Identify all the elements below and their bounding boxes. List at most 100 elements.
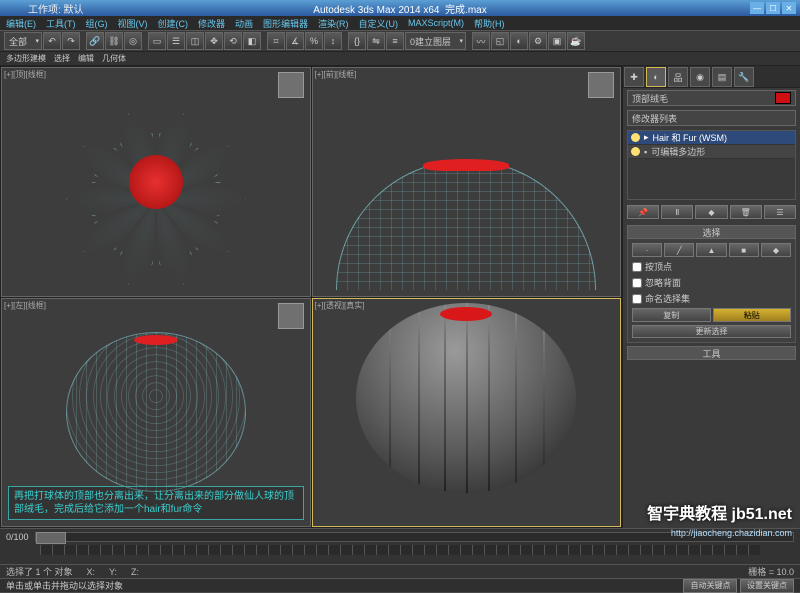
utilities-tab[interactable]: 🔧 bbox=[734, 67, 754, 87]
update-selection-button[interactable]: 更新选择 bbox=[632, 325, 791, 338]
menu-graph[interactable]: 图形编辑器 bbox=[263, 17, 308, 30]
object-name-field[interactable]: 顶部绒毛 bbox=[627, 90, 796, 106]
bind-button[interactable]: ◎ bbox=[124, 32, 142, 50]
ignore-backface-checkbox[interactable]: 忽略背面 bbox=[632, 276, 791, 289]
viewcube[interactable] bbox=[588, 72, 614, 98]
app-title: Autodesk 3ds Max 2014 x64 完成.max bbox=[313, 1, 486, 16]
bulb-icon[interactable] bbox=[631, 133, 640, 142]
modifier-stack[interactable]: ▸Hair 和 Fur (WSM) ▪可编辑多边形 bbox=[627, 130, 796, 200]
menu-view[interactable]: 视图(V) bbox=[118, 17, 148, 30]
select-button[interactable]: ▭ bbox=[148, 32, 166, 50]
stack-item-hairfur[interactable]: ▸Hair 和 Fur (WSM) bbox=[628, 131, 795, 145]
minimize-button[interactable]: — bbox=[750, 2, 764, 14]
scale-button[interactable]: ◧ bbox=[243, 32, 261, 50]
configure-button[interactable]: ☰ bbox=[764, 205, 796, 219]
viewport-label[interactable]: [+][顶][线框] bbox=[4, 69, 46, 80]
material-editor-button[interactable]: ◐ bbox=[510, 32, 528, 50]
select-name-button[interactable]: ☰ bbox=[167, 32, 185, 50]
hierarchy-tab[interactable]: 品 bbox=[668, 67, 688, 87]
menu-anim[interactable]: 动画 bbox=[235, 17, 253, 30]
subobj-poly-button[interactable]: ■ bbox=[729, 243, 759, 257]
time-ruler[interactable] bbox=[40, 545, 760, 555]
layer-dropdown[interactable]: 0建立图层 bbox=[405, 32, 466, 50]
coord-x[interactable]: X: bbox=[87, 567, 96, 577]
menu-maxscript[interactable]: MAXScript(M) bbox=[408, 18, 464, 28]
time-slider-thumb[interactable] bbox=[36, 532, 66, 544]
autokey-toggle[interactable]: 自动关键点 bbox=[683, 579, 737, 593]
align-button[interactable]: ≡ bbox=[386, 32, 404, 50]
ribbon-tab-select[interactable]: 选择 bbox=[54, 53, 70, 64]
object-color-swatch[interactable] bbox=[775, 92, 791, 104]
redo-button[interactable]: ↷ bbox=[62, 32, 80, 50]
snap-toggle[interactable]: ⌗ bbox=[267, 32, 285, 50]
menu-group[interactable]: 组(G) bbox=[86, 17, 108, 30]
render-setup-button[interactable]: ⚙ bbox=[529, 32, 547, 50]
rollout-selection-header[interactable]: 选择 bbox=[627, 225, 796, 239]
subobj-element-button[interactable]: ◆ bbox=[761, 243, 791, 257]
spinner-snap-toggle[interactable]: ↕ bbox=[324, 32, 342, 50]
subobj-vertex-button[interactable]: · bbox=[632, 243, 662, 257]
viewcube[interactable] bbox=[278, 72, 304, 98]
menu-help[interactable]: 帮助(H) bbox=[474, 17, 505, 30]
named-selset-button[interactable]: {} bbox=[348, 32, 366, 50]
setkey-button[interactable]: 设置关键点 bbox=[740, 579, 794, 593]
selected-polys bbox=[440, 307, 492, 321]
viewport-top[interactable]: [+][顶][线框] bbox=[1, 67, 311, 297]
menu-tools[interactable]: 工具(T) bbox=[46, 17, 76, 30]
render-button[interactable]: ☕ bbox=[567, 32, 585, 50]
viewport-label[interactable]: [+][透视][真实] bbox=[315, 300, 365, 311]
make-unique-button[interactable]: ◆ bbox=[695, 205, 727, 219]
create-tab[interactable]: ✚ bbox=[624, 67, 644, 87]
maximize-button[interactable]: ☐ bbox=[766, 2, 780, 14]
curve-editor-button[interactable]: 〰 bbox=[472, 32, 490, 50]
subobj-edge-button[interactable]: ╱ bbox=[664, 243, 694, 257]
paste-selset-button[interactable]: 粘贴 bbox=[713, 308, 792, 322]
viewport-label[interactable]: [+][前][线框] bbox=[315, 69, 357, 80]
bulb-icon[interactable] bbox=[631, 147, 640, 156]
modify-tab[interactable]: ◐ bbox=[646, 67, 666, 87]
mirror-button[interactable]: ⇋ bbox=[367, 32, 385, 50]
stack-item-editpoly[interactable]: ▪可编辑多边形 bbox=[628, 145, 795, 159]
schematic-button[interactable]: ◱ bbox=[491, 32, 509, 50]
select-region-button[interactable]: ◫ bbox=[186, 32, 204, 50]
rollout-tools-header[interactable]: 工具 bbox=[627, 346, 796, 360]
viewport-label[interactable]: [+][左][线框] bbox=[4, 300, 46, 311]
show-end-button[interactable]: Ⅱ bbox=[661, 205, 693, 219]
coord-z[interactable]: Z: bbox=[131, 567, 139, 577]
menu-bar: 编辑(E) 工具(T) 组(G) 视图(V) 创建(C) 修改器 动画 图形编辑… bbox=[0, 16, 800, 30]
ribbon-tab-edit[interactable]: 编辑 bbox=[78, 53, 94, 64]
menu-modifiers[interactable]: 修改器 bbox=[198, 17, 225, 30]
link-button[interactable]: 🔗 bbox=[86, 32, 104, 50]
viewport-perspective[interactable]: [+][透视][真实] bbox=[312, 298, 622, 528]
rotate-button[interactable]: ⟲ bbox=[224, 32, 242, 50]
pin-stack-button[interactable]: 📌 bbox=[627, 205, 659, 219]
selection-status: 选择了 1 个 对象 bbox=[6, 565, 73, 578]
viewport-left[interactable]: [+][左][线框] 再把打球体的顶部也分离出来，让分离出来的部分做仙人球的顶部… bbox=[1, 298, 311, 528]
modifier-list-dropdown[interactable]: 修改器列表 bbox=[627, 110, 796, 126]
by-vertex-checkbox[interactable]: 按顶点 bbox=[632, 260, 791, 273]
menu-custom[interactable]: 自定义(U) bbox=[359, 17, 399, 30]
percent-snap-toggle[interactable]: % bbox=[305, 32, 323, 50]
undo-button[interactable]: ↶ bbox=[43, 32, 61, 50]
ribbon-tab-poly[interactable]: 多边形建模 bbox=[6, 53, 46, 64]
viewcube[interactable] bbox=[278, 303, 304, 329]
coord-y[interactable]: Y: bbox=[109, 567, 117, 577]
menu-create[interactable]: 创建(C) bbox=[158, 17, 189, 30]
subobj-face-button[interactable]: ▲ bbox=[696, 243, 726, 257]
menu-render[interactable]: 渲染(R) bbox=[318, 17, 349, 30]
angle-snap-toggle[interactable]: ∡ bbox=[286, 32, 304, 50]
copy-selset-button[interactable]: 复制 bbox=[632, 308, 711, 322]
remove-mod-button[interactable]: 🗑 bbox=[730, 205, 762, 219]
motion-tab[interactable]: ◉ bbox=[690, 67, 710, 87]
viewport-front[interactable]: [+][前][线框] bbox=[312, 67, 622, 297]
selected-polys bbox=[423, 159, 509, 171]
menu-edit[interactable]: 编辑(E) bbox=[6, 17, 36, 30]
unlink-button[interactable]: ⛓ bbox=[105, 32, 123, 50]
render-frame-button[interactable]: ▣ bbox=[548, 32, 566, 50]
display-tab[interactable]: ▤ bbox=[712, 67, 732, 87]
move-button[interactable]: ✥ bbox=[205, 32, 223, 50]
selection-filter-dropdown[interactable]: 全部 bbox=[4, 32, 42, 50]
named-selset-checkbox[interactable]: 命名选择集 bbox=[632, 292, 791, 305]
close-button[interactable]: ✕ bbox=[782, 2, 796, 14]
ribbon-tab-geom[interactable]: 几何体 bbox=[102, 53, 126, 64]
